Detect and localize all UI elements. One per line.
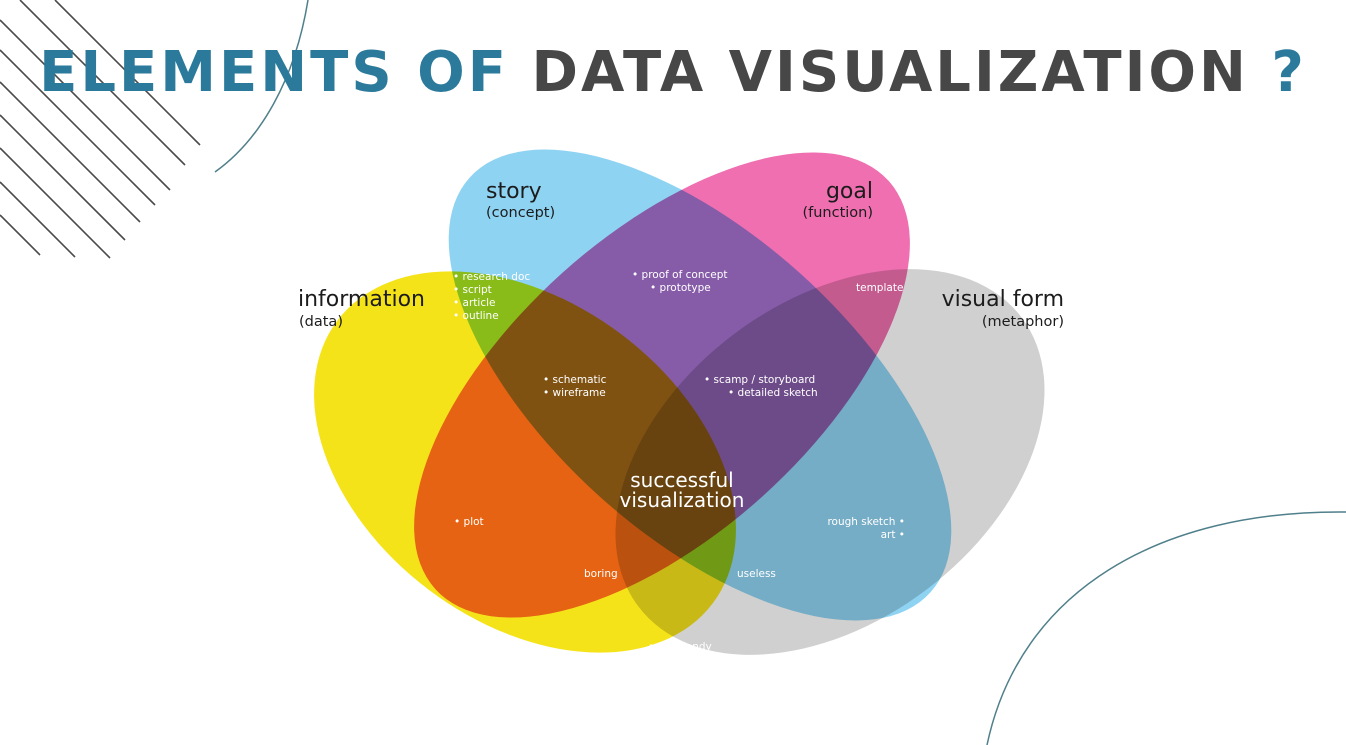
info-visual-item: • pure data viz bbox=[642, 665, 721, 677]
info-story-item: • article bbox=[453, 297, 495, 309]
story-goal-item: • prototype bbox=[650, 282, 711, 294]
info-story-goal-item: • schematic bbox=[543, 374, 607, 386]
goal-title: goal bbox=[826, 179, 873, 204]
story-title: story bbox=[486, 179, 542, 204]
story-goal-item: • proof of concept bbox=[632, 269, 728, 281]
information-title: information bbox=[298, 287, 425, 312]
venn-diagram: information (data) story (concept) goal … bbox=[298, 149, 1064, 677]
goal-visual-item: template bbox=[856, 282, 903, 294]
info-story-item: • script bbox=[453, 284, 492, 296]
visual-form-title: visual form bbox=[942, 287, 1064, 312]
info-visual-item: • data art bbox=[654, 653, 705, 665]
info-visual-item: • eye candy bbox=[648, 641, 712, 653]
info-story-visual-item: useless bbox=[737, 568, 776, 580]
info-goal-item: • plot bbox=[454, 516, 484, 528]
center-label-line: visualization bbox=[620, 488, 745, 512]
info-story-goal-item: • wireframe bbox=[543, 387, 606, 399]
visual-form-subtitle: (metaphor) bbox=[982, 314, 1064, 330]
goal-subtitle: (function) bbox=[802, 205, 873, 221]
story-goal-visual-item: • scamp / storyboard bbox=[704, 374, 815, 386]
info-story-item: • research doc bbox=[453, 271, 530, 283]
story-goal-visual-item: • detailed sketch bbox=[728, 387, 818, 399]
story-visual-item: rough sketch • bbox=[827, 516, 905, 528]
info-story-item: • outline bbox=[453, 310, 499, 322]
story-subtitle: (concept) bbox=[486, 205, 555, 221]
info-goal-visual-item: boring bbox=[584, 568, 618, 580]
information-subtitle: (data) bbox=[299, 314, 343, 330]
story-visual-item: art • bbox=[881, 529, 905, 541]
